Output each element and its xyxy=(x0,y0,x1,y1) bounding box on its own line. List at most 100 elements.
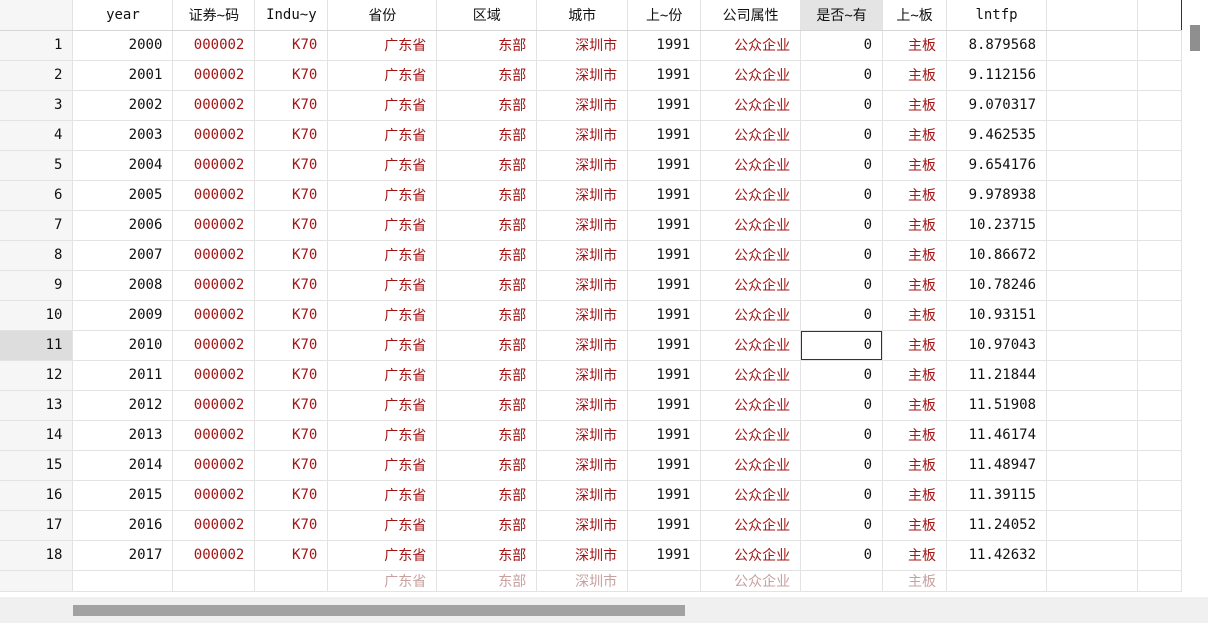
cell-lntfp[interactable]: 9.112156 xyxy=(946,60,1048,91)
cell-industry[interactable]: K70 xyxy=(254,510,329,541)
cell-city[interactable]: 深圳市 xyxy=(536,210,629,241)
cell-empty[interactable] xyxy=(1046,480,1138,511)
horizontal-scrollbar[interactable] xyxy=(0,597,1208,623)
cell-board[interactable]: 主板 xyxy=(882,90,948,121)
cell-empty[interactable] xyxy=(1137,480,1182,511)
cell-year[interactable]: 2009 xyxy=(72,300,174,331)
cell-province[interactable]: 广东省 xyxy=(327,90,438,121)
cell-empty[interactable] xyxy=(1137,240,1182,271)
cell-city[interactable]: 深圳市 xyxy=(536,300,629,331)
cell-board[interactable]: 主板 xyxy=(882,540,948,571)
cell-year[interactable]: 2008 xyxy=(72,270,174,301)
cell-flag[interactable]: 0 xyxy=(800,480,884,511)
cell-empty[interactable] xyxy=(1046,270,1138,301)
cell-flag[interactable]: 0 xyxy=(800,510,884,541)
cell-industry[interactable]: K70 xyxy=(254,540,329,571)
cell-region[interactable]: 东部 xyxy=(436,240,538,271)
cell-city[interactable]: 深圳市 xyxy=(536,270,629,301)
cell-city[interactable]: 深圳市 xyxy=(536,360,629,391)
cell-company-attribute[interactable]: 公众企业 xyxy=(700,300,802,331)
cell-stock-code[interactable]: 000002 xyxy=(172,30,256,61)
cell-industry[interactable]: K70 xyxy=(254,420,329,451)
cell-board[interactable]: 主板 xyxy=(882,450,948,481)
cell-year[interactable]: 2001 xyxy=(72,60,174,91)
cell-listing-year[interactable]: 1991 xyxy=(627,60,702,91)
cell-empty[interactable] xyxy=(1137,270,1182,301)
cell-empty[interactable] xyxy=(1046,330,1138,361)
cell-region[interactable]: 东部 xyxy=(436,510,538,541)
cell-empty[interactable] xyxy=(1046,30,1138,61)
cell-listing-year[interactable]: 1991 xyxy=(627,510,702,541)
cell-listing-year[interactable]: 1991 xyxy=(627,300,702,331)
cell-region[interactable]: 东部 xyxy=(436,90,538,121)
row-number[interactable]: 12 xyxy=(0,360,74,391)
cell-stock-code[interactable]: 000002 xyxy=(172,420,256,451)
cell-year[interactable]: 2012 xyxy=(72,390,174,421)
cell-region[interactable]: 东部 xyxy=(436,390,538,421)
cell-empty[interactable] xyxy=(1137,330,1182,361)
cell-empty[interactable] xyxy=(1137,90,1182,121)
cell-region[interactable]: 东部 xyxy=(436,270,538,301)
table-row[interactable]: 2 2001 000002 K70 广东省 东部 深圳市 1991 公众企业 0 主板 9.11215… xyxy=(0,60,1182,91)
table-row[interactable]: 3 2002 000002 K70 广东省 东部 深圳市 1991 公众企业 0 主板 9.07031… xyxy=(0,90,1182,121)
cell-empty[interactable] xyxy=(1046,300,1138,331)
cell-year[interactable]: 2004 xyxy=(72,150,174,181)
column-header-board[interactable]: 上~板 xyxy=(882,0,948,31)
table-row[interactable]: 11 2010 000002 K70 广东省 东部 深圳市 1991 公众企业 0 主板 10.970… xyxy=(0,330,1182,361)
table-row[interactable]: 5 2004 000002 K70 广东省 东部 深圳市 1991 公众企业 0 主板 9.65417… xyxy=(0,150,1182,181)
cell-company-attribute[interactable]: 公众企业 xyxy=(700,480,802,511)
cell-year[interactable]: 2015 xyxy=(72,480,174,511)
cell-empty[interactable] xyxy=(1137,30,1182,61)
cell-flag[interactable]: 0 xyxy=(800,450,884,481)
cell-listing-year[interactable]: 1991 xyxy=(627,240,702,271)
cell-company-attribute[interactable]: 公众企业 xyxy=(700,510,802,541)
cell-province[interactable]: 广东省 xyxy=(327,150,438,181)
row-number[interactable]: 1 xyxy=(0,30,74,61)
cell-company-attribute[interactable]: 公众企业 xyxy=(700,420,802,451)
cell-city[interactable]: 深圳市 xyxy=(536,120,629,151)
cell-flag[interactable]: 0 xyxy=(800,330,884,361)
cell-listing-year[interactable]: 1991 xyxy=(627,30,702,61)
cell-empty[interactable] xyxy=(1137,120,1182,151)
cell-city[interactable]: 深圳市 xyxy=(536,540,629,571)
cell-region[interactable]: 东部 xyxy=(436,480,538,511)
cell-empty[interactable] xyxy=(1046,450,1138,481)
cell-stock-code[interactable]: 000002 xyxy=(172,450,256,481)
cell-board[interactable]: 主板 xyxy=(882,270,948,301)
cell-empty[interactable] xyxy=(1137,210,1182,241)
cell-flag[interactable]: 0 xyxy=(800,180,884,211)
table-row[interactable]: 1 2000 000002 K70 广东省 东部 深圳市 1991 公众企业 0 主板 8.87956… xyxy=(0,30,1182,61)
cell-region[interactable]: 东部 xyxy=(436,300,538,331)
cell-board[interactable]: 主板 xyxy=(882,150,948,181)
row-number[interactable]: 7 xyxy=(0,210,74,241)
cell-flag[interactable]: 0 xyxy=(800,210,884,241)
cell-stock-code[interactable]: 000002 xyxy=(172,180,256,211)
table-row[interactable]: 18 2017 000002 K70 广东省 东部 深圳市 1991 公众企业 0 主板 11.426… xyxy=(0,540,1182,571)
cell-company-attribute[interactable]: 公众企业 xyxy=(700,240,802,271)
cell-region[interactable]: 东部 xyxy=(436,210,538,241)
cell-empty[interactable] xyxy=(1046,150,1138,181)
cell-province[interactable]: 广东省 xyxy=(327,240,438,271)
row-number[interactable]: 9 xyxy=(0,270,74,301)
cell-city[interactable]: 深圳市 xyxy=(536,150,629,181)
column-header-flag[interactable]: 是否~有 xyxy=(800,0,884,31)
cell-industry[interactable]: K70 xyxy=(254,240,329,271)
cell-industry[interactable]: K70 xyxy=(254,30,329,61)
cell-empty[interactable] xyxy=(1046,60,1138,91)
cell-region[interactable]: 东部 xyxy=(436,360,538,391)
row-number[interactable]: 2 xyxy=(0,60,74,91)
row-number[interactable]: 14 xyxy=(0,420,74,451)
cell-province[interactable]: 广东省 xyxy=(327,30,438,61)
cell-empty[interactable] xyxy=(1046,240,1138,271)
cell-company-attribute[interactable]: 公众企业 xyxy=(700,390,802,421)
cell-lntfp[interactable]: 9.462535 xyxy=(946,120,1048,151)
row-number[interactable]: 15 xyxy=(0,450,74,481)
cell-empty[interactable] xyxy=(1137,300,1182,331)
row-number[interactable]: 17 xyxy=(0,510,74,541)
column-header-empty[interactable] xyxy=(1046,0,1138,31)
horizontal-scrollbar-thumb[interactable] xyxy=(73,605,685,616)
cell-flag[interactable]: 0 xyxy=(800,360,884,391)
cell-city[interactable]: 深圳市 xyxy=(536,450,629,481)
row-number[interactable]: 5 xyxy=(0,150,74,181)
row-number[interactable]: 11 xyxy=(0,330,74,361)
